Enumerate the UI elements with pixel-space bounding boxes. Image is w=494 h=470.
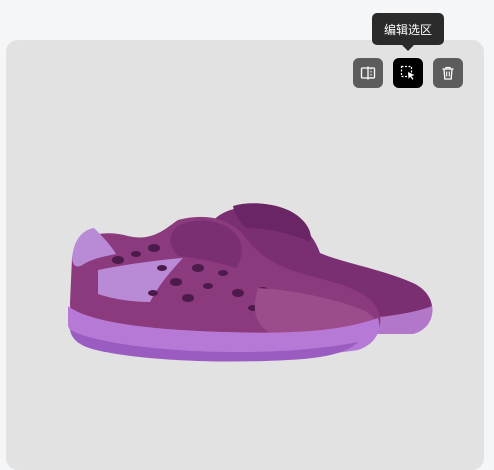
selection-cursor-icon bbox=[400, 65, 416, 81]
tooltip: 编辑选区 bbox=[372, 13, 444, 45]
tooltip-text: 编辑选区 bbox=[383, 22, 432, 37]
sneaker-image bbox=[58, 198, 438, 368]
split-compare-icon bbox=[360, 65, 376, 81]
tooltip-arrow bbox=[402, 45, 414, 51]
image-toolbar bbox=[353, 58, 463, 88]
edit-selection-button[interactable] bbox=[393, 58, 423, 88]
trash-icon bbox=[440, 65, 456, 81]
compare-button[interactable] bbox=[353, 58, 383, 88]
delete-button[interactable] bbox=[433, 58, 463, 88]
